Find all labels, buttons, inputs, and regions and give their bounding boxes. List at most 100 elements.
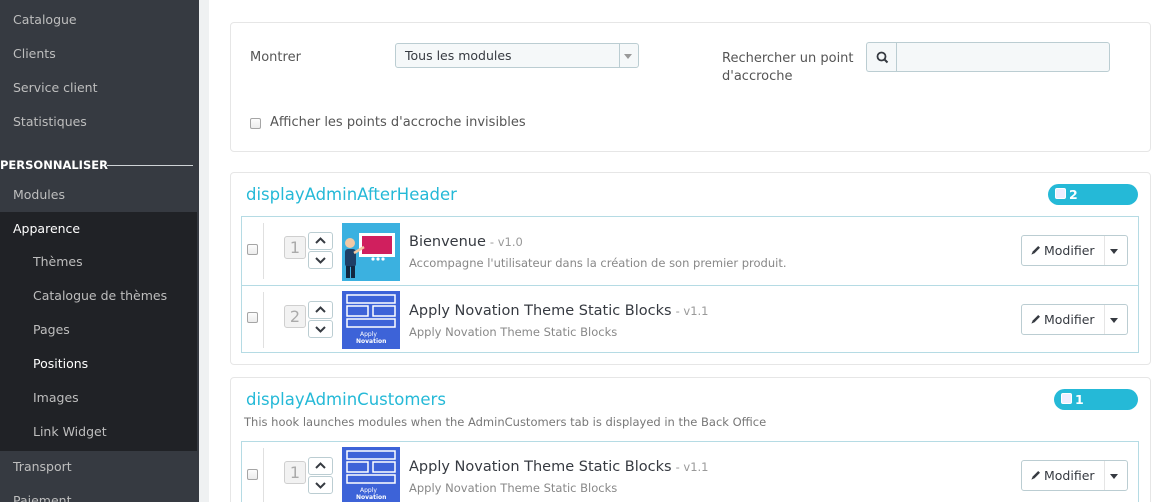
- row-divider: [263, 292, 264, 348]
- sidebar-subitem-link-widget[interactable]: Link Widget: [0, 415, 197, 449]
- sidebar-section-personnaliser: PERSONNALISER: [0, 155, 199, 175]
- caret-down-icon[interactable]: [1110, 474, 1118, 479]
- module-thumbnail-novation: Apply Novation: [342, 447, 400, 502]
- chevron-up-icon: [315, 237, 326, 244]
- sidebar-item-paiement[interactable]: Paiement: [0, 484, 199, 502]
- presentation-icon: [342, 223, 400, 281]
- blocks-layout-icon: Apply Novation: [342, 447, 400, 502]
- move-up-button[interactable]: [308, 457, 333, 475]
- search-hook-label-line1: Rechercher un point: [722, 51, 854, 66]
- sidebar-item-apparence[interactable]: Apparence: [0, 212, 197, 246]
- module-name: Apply Novation Theme Static Blocks - v1.1: [409, 459, 709, 475]
- search-hook-input[interactable]: [896, 42, 1110, 72]
- sidebar-subitem-positions[interactable]: Positions: [0, 347, 197, 381]
- module-select-checkbox[interactable]: [247, 469, 258, 480]
- move-up-button[interactable]: [308, 301, 333, 319]
- caret-down-icon[interactable]: [1110, 318, 1118, 323]
- module-select-checkbox[interactable]: [247, 312, 258, 323]
- module-list: 1 Apply Novation Apply Novation Theme St…: [241, 441, 1139, 502]
- module-description: Accompagne l'utilisateur dans la créatio…: [409, 256, 787, 270]
- module-row: 1 Apply Novation Apply Novation Theme St…: [242, 442, 1138, 502]
- module-position: 2: [284, 305, 306, 328]
- sidebar-item-transport[interactable]: Transport: [0, 450, 199, 484]
- button-separator: [1104, 236, 1105, 265]
- move-down-button[interactable]: [308, 251, 333, 269]
- module-select-checkbox[interactable]: [247, 244, 258, 255]
- module-position: 1: [284, 461, 306, 484]
- hook-module-count-badge[interactable]: 1 Module: [1054, 389, 1138, 428]
- hook-description: This hook launches modules when the Admi…: [244, 415, 767, 429]
- module-name: Apply Novation Theme Static Blocks - v1.1: [409, 303, 709, 319]
- hook-title[interactable]: displayAdminCustomers: [246, 390, 446, 409]
- search-button[interactable]: [866, 42, 897, 72]
- pencil-icon: [1031, 246, 1040, 255]
- module-description: Apply Novation Theme Static Blocks: [409, 481, 618, 495]
- module-thumbnail-welcome: [342, 223, 400, 281]
- button-separator: [1104, 461, 1105, 490]
- module-description: Apply Novation Theme Static Blocks: [409, 325, 618, 339]
- move-up-button[interactable]: [308, 232, 333, 250]
- sidebar-subitem-catalogue-themes[interactable]: Catalogue de thèmes: [0, 279, 197, 313]
- badge-label: 1 Module: [1075, 392, 1127, 428]
- thumb-text-line2: Novation: [356, 494, 386, 501]
- sidebar-subitem-images[interactable]: Images: [0, 381, 197, 415]
- search-hook-label: Rechercher un point d'accroche: [722, 50, 854, 86]
- edit-label: Modifier: [1044, 312, 1095, 327]
- module-list: 1 Bienvenue - v1.0 Accompagne l'utilisate…: [241, 216, 1139, 353]
- pencil-icon: [1031, 315, 1040, 324]
- show-invisible-label: Afficher les points d'accroche invisible…: [270, 115, 526, 130]
- badge-checkbox-icon: [1055, 188, 1066, 199]
- move-down-button[interactable]: [308, 476, 333, 494]
- search-icon: [876, 51, 889, 64]
- thumb-text-line2: Novation: [356, 338, 386, 345]
- module-version: - v1.0: [489, 235, 523, 249]
- edit-label: Modifier: [1044, 468, 1095, 483]
- section-divider: [107, 165, 193, 166]
- chevron-down-icon: [315, 326, 326, 333]
- sidebar-item-statistiques[interactable]: Statistiques: [0, 105, 199, 139]
- chevron-up-icon: [315, 462, 326, 469]
- hook-module-count-badge[interactable]: 2 Modules: [1048, 184, 1138, 223]
- sidebar-item-service-client[interactable]: Service client: [0, 71, 199, 105]
- sidebar-subitem-themes[interactable]: Thèmes: [0, 245, 197, 279]
- hook-title[interactable]: displayAdminAfterHeader: [246, 185, 457, 204]
- chevron-up-icon: [315, 306, 326, 313]
- module-row: 1 Bienvenue - v1.0 Accompagne l'utilisate…: [242, 217, 1138, 285]
- show-invisible-checkbox[interactable]: [250, 118, 261, 129]
- edit-module-button[interactable]: Modifier: [1021, 304, 1128, 335]
- edit-label: Modifier: [1044, 243, 1095, 258]
- caret-down-icon[interactable]: [1110, 249, 1118, 254]
- module-thumbnail-novation: Apply Novation: [342, 291, 400, 349]
- chevron-down-icon: [315, 257, 326, 264]
- module-version: - v1.1: [675, 460, 709, 474]
- blocks-layout-icon: Apply Novation: [342, 291, 400, 349]
- module-version: - v1.1: [675, 304, 709, 318]
- edit-module-button[interactable]: Modifier: [1021, 460, 1128, 491]
- badge-checkbox-icon: [1061, 393, 1072, 404]
- sidebar-section-label: PERSONNALISER: [0, 158, 108, 172]
- sidebar: Catalogue Clients Service client Statist…: [0, 0, 199, 502]
- sidebar-submenu: Thèmes Catalogue de thèmes Pages Positio…: [0, 245, 197, 451]
- sidebar-item-catalogue[interactable]: Catalogue: [0, 3, 199, 37]
- module-name-text: Apply Novation Theme Static Blocks: [409, 459, 672, 475]
- thumb-text-line1: Apply: [360, 487, 377, 494]
- search-hook-label-line2: d'accroche: [722, 69, 793, 84]
- module-name: Bienvenue - v1.0: [409, 234, 523, 250]
- sidebar-item-modules[interactable]: Modules: [0, 178, 199, 212]
- row-divider: [263, 223, 264, 279]
- show-select-value: Tous les modules: [405, 48, 512, 63]
- sidebar-item-clients[interactable]: Clients: [0, 37, 199, 71]
- select-caret-box: [619, 44, 638, 67]
- module-position: 1: [284, 236, 306, 259]
- module-row: 2 Apply Novation Apply Novation Theme St…: [242, 285, 1138, 353]
- show-select[interactable]: Tous les modules: [395, 43, 639, 68]
- show-label: Montrer: [250, 50, 301, 65]
- edit-module-button[interactable]: Modifier: [1021, 235, 1128, 266]
- chevron-down-icon: [624, 54, 632, 59]
- chevron-down-icon: [315, 482, 326, 489]
- pencil-icon: [1031, 471, 1040, 480]
- move-down-button[interactable]: [308, 320, 333, 338]
- module-name-text: Apply Novation Theme Static Blocks: [409, 303, 672, 319]
- sidebar-subitem-pages[interactable]: Pages: [0, 313, 197, 347]
- row-divider: [263, 448, 264, 502]
